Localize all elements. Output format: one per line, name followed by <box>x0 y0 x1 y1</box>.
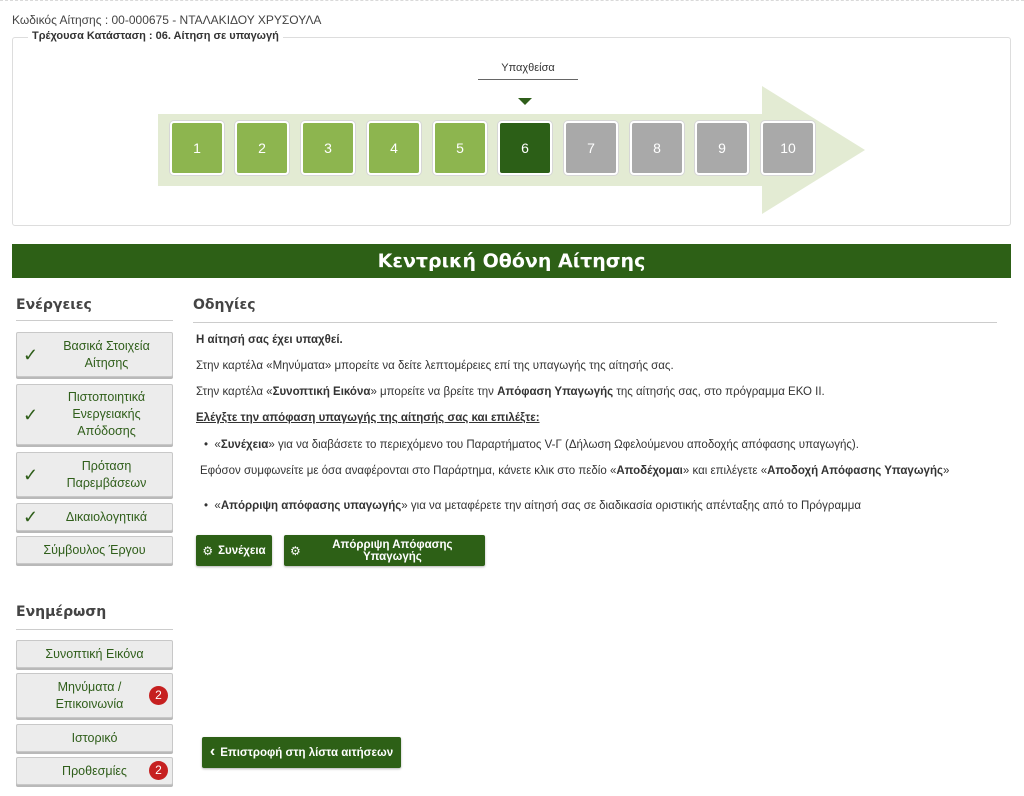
instructions-bullet-continue: • «Συνέχεια» για να διαβάσετε το περιεχό… <box>204 439 859 451</box>
page-title: Κεντρική Οθόνη Αίτησης <box>377 250 646 272</box>
check-icon: ✓ <box>23 464 39 485</box>
sidebar-item-label: Μηνύματα / Επικοινωνία <box>55 679 124 711</box>
text-segment: Εφόσον συμφωνείτε με όσα αναφέρονται στο… <box>200 465 617 477</box>
progress-step-8: 8 <box>630 121 684 175</box>
application-code: Κωδικός Αίτησης : 00-000675 - ΝΤΑΛΑΚΙΔΟΥ… <box>12 13 322 27</box>
instructions-heading: Η αίτησή σας έχει υπαχθεί. <box>196 334 343 346</box>
progress-step-10: 10 <box>761 121 815 175</box>
sidebar-item-messages[interactable]: Μηνύματα / Επικοινωνία 2 <box>16 673 173 718</box>
text-segment-bold: Αποδέχομαι <box>616 465 683 477</box>
text-segment: » <box>942 465 950 477</box>
stage-label: Υπαχθείσα <box>478 62 578 80</box>
sidebar-item-documents[interactable]: ✓ Δικαιολογητικά <box>16 503 173 531</box>
instructions-title: Οδηγίες <box>193 297 256 313</box>
step-number: 1 <box>193 140 201 156</box>
back-to-list-button-label: Επιστροφή στη λίστα αιτήσεων <box>220 746 394 759</box>
progress-step-2: 2 <box>235 121 289 175</box>
text-segment-bold: Συνοπτική Εικόνα <box>272 386 371 398</box>
step-number: 10 <box>780 140 796 156</box>
step-number: 3 <box>324 140 332 156</box>
continue-button[interactable]: ⚙ Συνέχεια <box>196 535 272 566</box>
sidebar-item-energy-certificates[interactable]: ✓ Πιστοποιητικά Ενεργειακής Απόδοσης <box>16 384 173 445</box>
instructions-accept-line: Εφόσον συμφωνείτε με όσα αναφέρονται στο… <box>200 465 949 477</box>
progress-step-3: 3 <box>301 121 355 175</box>
sidebar-item-deadlines[interactable]: Προθεσμίες 2 <box>16 757 173 785</box>
current-status-label: Τρέχουσα Κατάσταση : 06. Αίτηση σε υπαγω… <box>28 30 283 42</box>
step-number: 4 <box>390 140 398 156</box>
info-title: Ενημέρωση <box>16 604 107 620</box>
step-number: 9 <box>718 140 726 156</box>
text-segment: Στην καρτέλα « <box>196 386 273 398</box>
sidebar-item-proposal[interactable]: ✓ Πρόταση Παρεμβάσεων <box>16 452 173 497</box>
reject-decision-button-label: Απόρριψη Απόφασης Υπαγωγής <box>332 538 453 563</box>
instructions-overview-line: Στην καρτέλα «Συνοπτική Εικόνα» μπορείτε… <box>196 386 825 398</box>
continue-button-label: Συνέχεια <box>218 544 266 557</box>
instructions-check-line: Ελέγξτε την απόφαση υπαγωγής της αίτησής… <box>196 412 540 424</box>
progress-step-7: 7 <box>564 121 618 175</box>
sidebar-item-label: Σύμβουλος Έργου <box>43 542 146 557</box>
sidebar-item-label: Ιστορικό <box>71 730 118 745</box>
progress-step-4: 4 <box>367 121 421 175</box>
deadlines-count-badge: 2 <box>149 761 168 780</box>
sidebar-item-label: Προθεσμίες <box>62 763 127 778</box>
gear-icon: ⚙ <box>290 543 301 558</box>
progress-step-1: 1 <box>170 121 224 175</box>
step-number: 6 <box>521 140 529 156</box>
text-segment-bold: Συνέχεια <box>220 439 269 451</box>
step-number: 8 <box>653 140 661 156</box>
text-segment-bold: Αποδοχή Απόφασης Υπαγωγής <box>767 465 943 477</box>
check-icon: ✓ <box>23 404 39 425</box>
reject-decision-button[interactable]: ⚙ Απόρριψη Απόφασης Υπαγωγής <box>284 535 485 566</box>
actions-divider <box>16 320 173 321</box>
text-segment: της αίτησής σας, στο πρόγραμμα ΕΚΟ ΙΙ. <box>613 386 825 398</box>
sidebar-item-label: Βασικά Στοιχεία Αίτησης <box>63 338 150 370</box>
actions-title: Ενέργειες <box>16 297 92 313</box>
instructions-divider <box>193 322 997 323</box>
sidebar-item-basic-info[interactable]: ✓ Βασικά Στοιχεία Αίτησης <box>16 332 173 377</box>
step-number: 5 <box>456 140 464 156</box>
chevron-left-icon: ‹ <box>209 742 216 760</box>
sidebar-item-label: Πιστοποιητικά Ενεργειακής Απόδοσης <box>67 390 146 438</box>
sidebar-item-label: Δικαιολογητικά <box>65 509 148 524</box>
sidebar-item-history[interactable]: Ιστορικό <box>16 724 173 752</box>
back-to-list-button[interactable]: ‹ Επιστροφή στη λίστα αιτήσεων <box>202 737 401 768</box>
check-icon: ✓ <box>23 507 39 527</box>
sidebar-item-label: Πρόταση Παρεμβάσεων <box>66 458 147 490</box>
instructions-messages-line: Στην καρτέλα «Μηνύματα» μπορείτε να δείτ… <box>196 360 674 372</box>
messages-count-badge: 2 <box>149 685 168 705</box>
text-segment: » για να μεταφέρετε την αίτησή σας σε δι… <box>401 500 862 512</box>
check-icon: ✓ <box>23 344 39 365</box>
sidebar-item-overview[interactable]: Συνοπτική Εικόνα <box>16 640 173 668</box>
progress-step-6: 6 <box>498 121 552 175</box>
progress-step-9: 9 <box>695 121 749 175</box>
info-divider <box>16 629 173 630</box>
text-segment-bold: Απόρριψη απόφασης υπαγωγής <box>220 500 402 512</box>
step-number: 7 <box>587 140 595 156</box>
text-segment-bold: Απόφαση Υπαγωγής <box>497 386 614 398</box>
text-segment: » για να διαβάσετε το περιεχόμενο του Πα… <box>268 439 859 451</box>
top-dashed-border <box>0 0 1024 1</box>
sidebar-item-consultant[interactable]: Σύμβουλος Έργου <box>16 536 173 564</box>
text-segment: » και επιλέγετε « <box>682 465 768 477</box>
progress-step-5: 5 <box>433 121 487 175</box>
sidebar-item-label: Συνοπτική Εικόνα <box>45 646 144 661</box>
step-number: 2 <box>258 140 266 156</box>
text-segment: » μπορείτε να βρείτε την <box>370 386 498 398</box>
gear-icon: ⚙ <box>202 543 214 558</box>
main-title-bar: Κεντρική Οθόνη Αίτησης <box>12 244 1011 278</box>
instructions-bullet-reject: • «Απόρριψη απόφασης υπαγωγής» για να με… <box>204 500 862 512</box>
